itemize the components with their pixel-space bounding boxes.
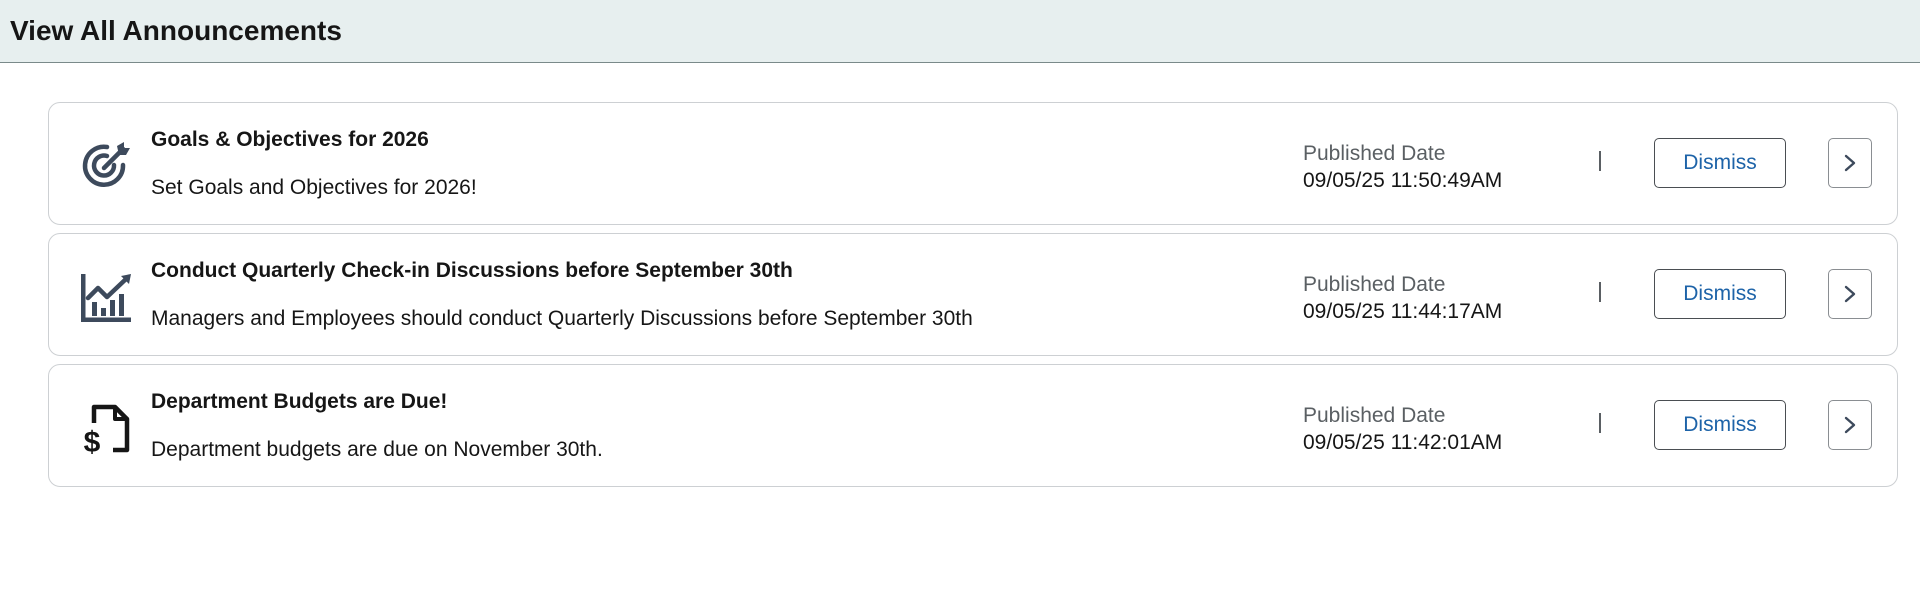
- dismiss-button[interactable]: Dismiss: [1654, 400, 1786, 450]
- published-date-label: Published Date: [1303, 142, 1446, 165]
- published-date-label: Published Date: [1303, 273, 1446, 296]
- chevron-right-icon: [1844, 416, 1856, 434]
- budget-document-icon: $: [79, 401, 133, 455]
- published-date-value: 09/05/25 11:42:01AM: [1303, 431, 1503, 454]
- published-date-value: 09/05/25 11:50:49AM: [1303, 169, 1503, 192]
- announcement-title[interactable]: Conduct Quarterly Check-in Discussions b…: [151, 258, 793, 284]
- divider: [1599, 413, 1601, 433]
- published-date-label: Published Date: [1303, 404, 1446, 427]
- dismiss-button[interactable]: Dismiss: [1654, 269, 1786, 319]
- announcement-description: Managers and Employees should conduct Qu…: [151, 307, 973, 330]
- chevron-right-icon: [1844, 154, 1856, 172]
- divider: [1599, 282, 1601, 302]
- target-icon: [79, 139, 133, 193]
- chevron-right-icon: [1844, 285, 1856, 303]
- page-title: View All Announcements: [10, 15, 342, 46]
- announcement-card[interactable]: $ Department Budgets are Due! Department…: [48, 364, 1898, 487]
- page-header: View All Announcements: [0, 0, 1920, 63]
- announcement-card[interactable]: Goals & Objectives for 2026 Set Goals an…: [48, 102, 1898, 225]
- dismiss-button[interactable]: Dismiss: [1654, 138, 1786, 188]
- open-announcement-button[interactable]: [1828, 138, 1872, 188]
- announcement-list: Goals & Objectives for 2026 Set Goals an…: [48, 102, 1898, 495]
- open-announcement-button[interactable]: [1828, 400, 1872, 450]
- published-date-value: 09/05/25 11:44:17AM: [1303, 300, 1503, 323]
- svg-text:$: $: [84, 426, 101, 455]
- growth-chart-icon: [79, 270, 133, 324]
- divider: [1599, 151, 1601, 171]
- open-announcement-button[interactable]: [1828, 269, 1872, 319]
- announcement-card[interactable]: Conduct Quarterly Check-in Discussions b…: [48, 233, 1898, 356]
- announcement-title[interactable]: Goals & Objectives for 2026: [151, 127, 429, 153]
- announcement-description: Set Goals and Objectives for 2026!: [151, 176, 477, 199]
- announcement-title[interactable]: Department Budgets are Due!: [151, 389, 447, 415]
- announcement-description: Department budgets are due on November 3…: [151, 438, 603, 461]
